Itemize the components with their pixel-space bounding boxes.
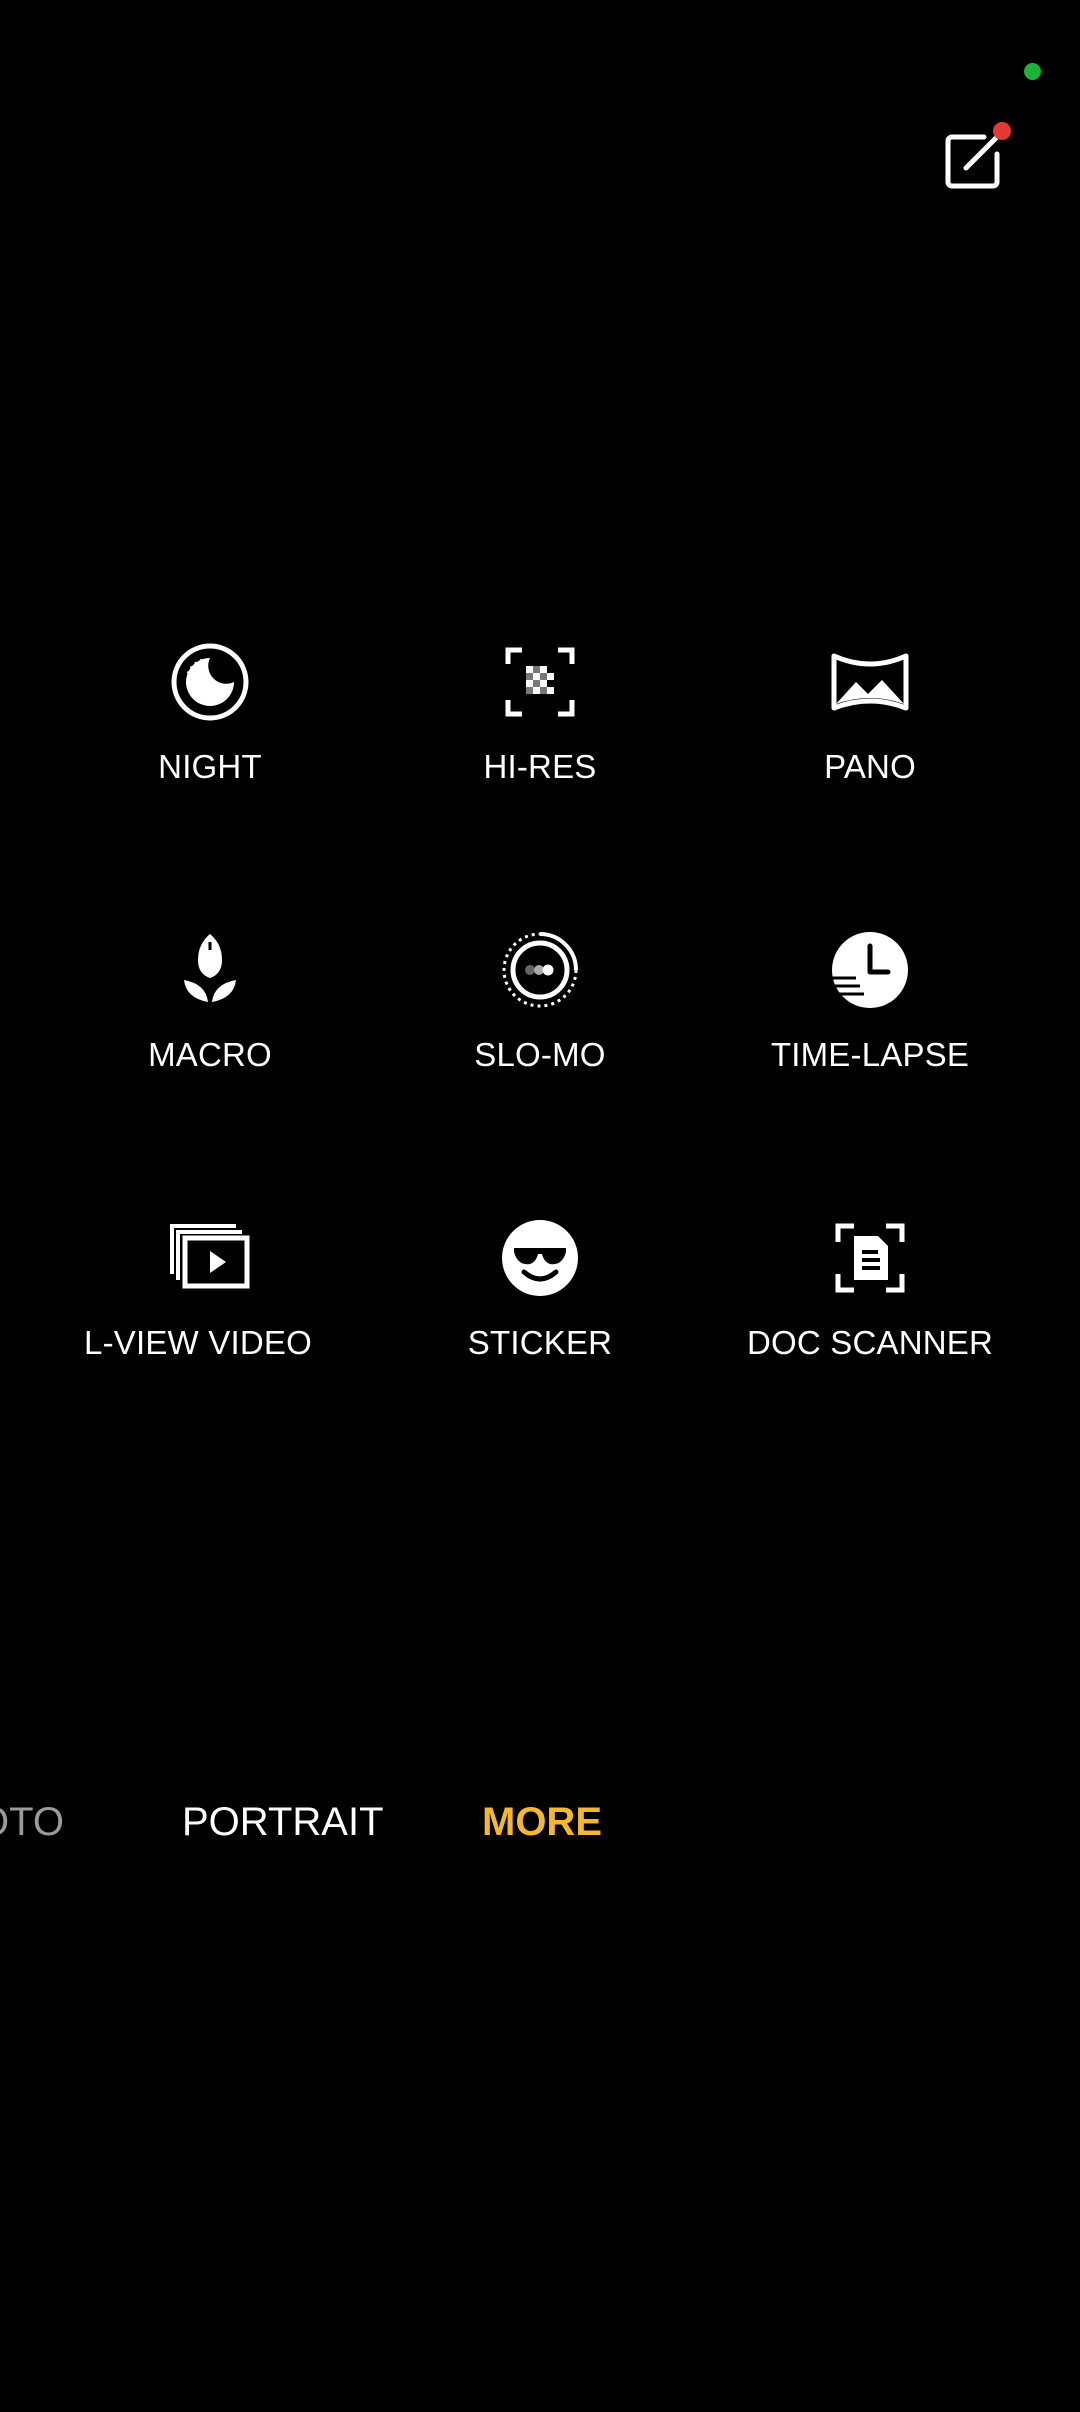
tab-portrait[interactable]: PORTRAIT bbox=[182, 1800, 384, 1845]
mode-label: NIGHT bbox=[158, 748, 262, 785]
mode-label: DOC SCANNER bbox=[746, 1324, 994, 1361]
mode-label: PANO bbox=[824, 748, 916, 785]
mode-doc-scanner[interactable]: DOC SCANNER bbox=[705, 1218, 1035, 1388]
macro-icon bbox=[170, 930, 250, 1010]
mode-pano[interactable]: PANO bbox=[705, 642, 1035, 812]
mode-label: HI-RES bbox=[483, 748, 597, 785]
mode-label: L-VIEW VIDEO bbox=[84, 1324, 312, 1361]
mode-macro[interactable]: MACRO bbox=[45, 930, 375, 1100]
mode-hi-res[interactable]: HI-RES bbox=[375, 642, 705, 812]
mode-label: SLO-MO bbox=[474, 1036, 606, 1073]
pano-icon bbox=[830, 642, 910, 722]
mode-selector-bar: OTO PORTRAIT MORE bbox=[0, 1800, 1080, 1860]
notification-badge bbox=[993, 122, 1011, 140]
sticker-icon bbox=[500, 1218, 580, 1298]
mode-label: TIME-LAPSE bbox=[770, 1036, 970, 1073]
time-lapse-icon bbox=[830, 930, 910, 1010]
mode-night[interactable]: NIGHT bbox=[45, 642, 375, 812]
privacy-indicator-dot bbox=[1024, 63, 1041, 80]
doc-scanner-icon bbox=[830, 1218, 910, 1298]
hi-res-icon bbox=[500, 642, 580, 722]
dual-view-video-icon bbox=[170, 1218, 250, 1298]
mode-label-clip: L-VIEW VIDEO bbox=[45, 1298, 375, 1362]
tab-photo[interactable]: OTO bbox=[0, 1800, 64, 1845]
tab-more[interactable]: MORE bbox=[482, 1800, 602, 1845]
mode-sticker[interactable]: STICKER bbox=[375, 1218, 705, 1388]
mode-dual-view-video[interactable]: L-VIEW VIDEO bbox=[45, 1218, 375, 1388]
camera-more-modes-screen: NIGHT HI-RES PANO MACRO SLO-MO TIME-LAPS… bbox=[0, 0, 1080, 2412]
slo-mo-icon bbox=[500, 930, 580, 1010]
mode-time-lapse[interactable]: TIME-LAPSE bbox=[705, 930, 1035, 1100]
night-icon bbox=[170, 642, 250, 722]
mode-label: STICKER bbox=[467, 1324, 613, 1361]
mode-label: MACRO bbox=[148, 1036, 272, 1073]
mode-slo-mo[interactable]: SLO-MO bbox=[375, 930, 705, 1100]
